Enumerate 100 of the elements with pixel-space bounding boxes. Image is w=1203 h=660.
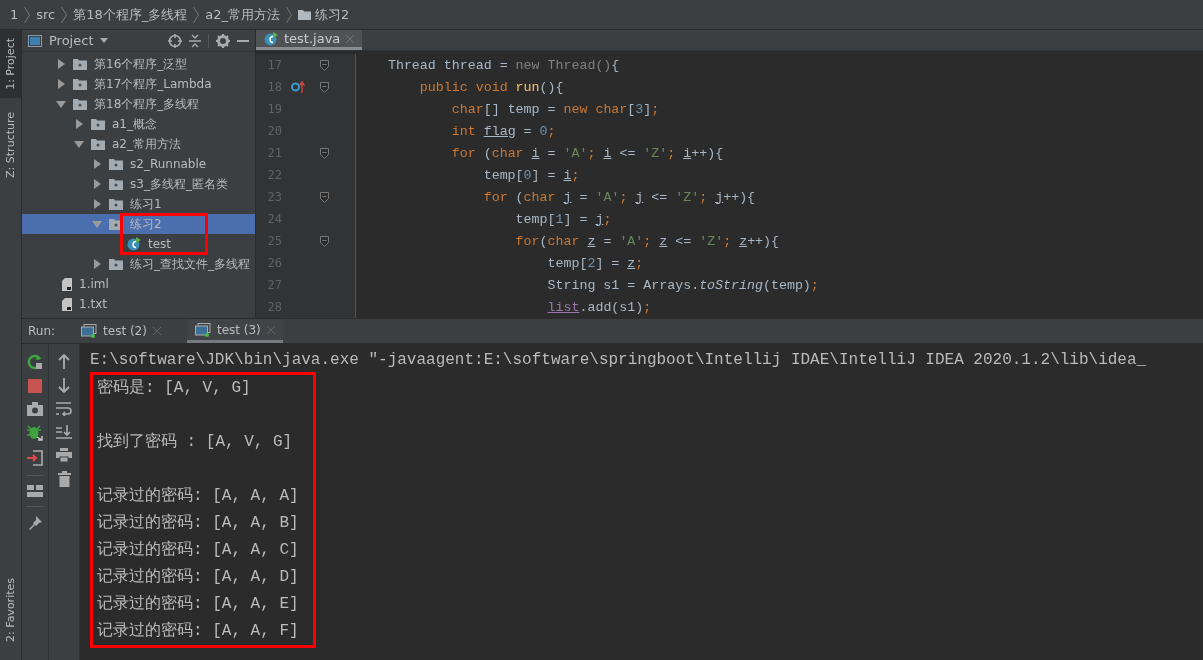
fold-icon[interactable] [319, 235, 329, 247]
code-line: char[] temp = new char[3]; [450, 101, 660, 117]
run-tab[interactable]: test (2) [73, 319, 169, 343]
tree-item[interactable]: 第18个程序_多线程 [22, 94, 255, 114]
package-icon [109, 178, 123, 190]
chevron-icon [193, 5, 200, 24]
file-icon [62, 277, 72, 291]
run-label: Run: [28, 324, 56, 338]
folder-icon [298, 9, 312, 20]
code-line: for(char z = 'A'; z <= 'Z'; z++){ [514, 233, 780, 249]
console-line: E:\software\JDK\bin\java.exe "-javaagent:E:\software\springboot\Intellij IDAE\IntelliJ IDEA 2020.1.2\lib\idea_ [90, 350, 1148, 371]
target-icon[interactable] [168, 33, 182, 48]
breadcrumb-item[interactable]: 第18个程序_多线程 [73, 5, 188, 24]
camera-icon[interactable] [27, 402, 43, 416]
package-icon [109, 158, 123, 170]
tool-window-tab[interactable]: 1: Project [0, 30, 21, 98]
breadcrumb-item[interactable]: src [36, 7, 56, 22]
print-icon[interactable] [56, 448, 72, 462]
trash-icon[interactable] [57, 471, 71, 487]
settings-icon[interactable] [216, 33, 230, 48]
chevron-icon [61, 5, 68, 24]
code-line: for (char i = 'A'; i <= 'Z'; i++){ [450, 145, 724, 161]
package-icon [109, 218, 123, 230]
package-icon [73, 98, 87, 110]
expand-arrow-icon[interactable] [92, 179, 102, 189]
soft-wrap-icon[interactable] [56, 402, 72, 416]
exit-icon[interactable] [27, 450, 43, 466]
package-icon [73, 78, 87, 90]
expand-arrow-icon[interactable] [56, 99, 66, 109]
code-line: for (char j = 'A'; j <= 'Z'; j++){ [482, 189, 756, 205]
chevron-icon [286, 5, 293, 24]
code-line: list.add(s1); [546, 299, 652, 315]
package-icon [109, 198, 123, 210]
console-icon [194, 322, 211, 337]
console-line: 密码是: [A, V, G] [97, 377, 252, 399]
scroll-to-end-icon[interactable] [56, 425, 72, 439]
expand-arrow-icon[interactable] [92, 199, 102, 209]
tree-item[interactable]: a2_常用方法 [22, 134, 255, 154]
override-icon[interactable] [291, 81, 305, 93]
code-line: temp[1] = j; [514, 211, 612, 227]
tree-item[interactable]: 1.iml [22, 274, 255, 294]
panel-title[interactable]: Project [49, 33, 94, 48]
class-icon [127, 237, 141, 251]
down-arrow-icon[interactable] [58, 378, 70, 393]
tree-item[interactable]: test [22, 234, 255, 254]
tree-item[interactable]: 练习_查找文件_多线程 [22, 254, 255, 274]
package-icon [91, 138, 105, 150]
console-icon [81, 324, 98, 338]
minimize-icon[interactable] [237, 39, 249, 42]
console-line: 找到了密码 : [A, V, G] [97, 431, 294, 453]
tool-window-tab[interactable]: 2: Favorites [0, 570, 21, 650]
code-line: String s1 = Arrays.toString(temp); [546, 277, 819, 293]
fold-icon[interactable] [319, 147, 329, 159]
expand-arrow-icon[interactable] [74, 119, 84, 129]
expand-arrow-icon[interactable] [74, 139, 84, 149]
tree-item[interactable]: 练习1 [22, 194, 255, 214]
breadcrumb-item[interactable]: 练习2 [315, 5, 350, 24]
console-line: 记录过的密码: [A, A, D] [97, 566, 299, 588]
chevron-icon [24, 5, 31, 24]
console-line: 记录过的密码: [A, A, E] [97, 593, 299, 615]
breadcrumb-item[interactable]: a2_常用方法 [205, 5, 281, 24]
expand-arrow-icon[interactable] [92, 259, 102, 269]
console-line: 记录过的密码: [A, A, F] [97, 620, 299, 642]
package-icon [73, 58, 87, 70]
caret-icon[interactable] [100, 38, 109, 43]
rerun-icon[interactable] [27, 354, 43, 370]
expand-arrow-icon[interactable] [92, 159, 102, 169]
expand-arrow-icon[interactable] [56, 59, 66, 69]
layout-icon[interactable] [27, 485, 43, 497]
code-line: public void run(){ [418, 79, 564, 95]
up-arrow-icon[interactable] [58, 354, 70, 369]
class-icon [264, 31, 278, 46]
run-tab[interactable]: test (3) [186, 319, 283, 343]
code-line: Thread thread = new Thread(){ [386, 57, 620, 73]
file-tab[interactable]: test.java [256, 30, 363, 50]
fold-icon[interactable] [319, 191, 329, 203]
package-icon [109, 258, 123, 270]
tree-item[interactable]: s2_Runnable [22, 154, 255, 174]
package-icon [91, 118, 105, 130]
tree-item[interactable]: a1_概念 [22, 114, 255, 134]
tree-item[interactable]: 第16个程序_泛型 [22, 54, 255, 74]
code-line: int flag = 0; [450, 123, 556, 139]
breadcrumb-item[interactable]: 1 [10, 7, 19, 22]
tree-item[interactable]: 1.txt [22, 294, 255, 314]
code-line: temp[2] = z; [546, 255, 644, 271]
tree-item[interactable]: 第17个程序_Lambda [22, 74, 255, 94]
console-line: 记录过的密码: [A, A, B] [97, 512, 299, 534]
pin-icon[interactable] [28, 516, 42, 530]
console-line: 记录过的密码: [A, A, C] [97, 539, 299, 561]
file-icon [62, 297, 72, 311]
fold-icon[interactable] [319, 81, 329, 93]
code-line: temp[0] = i; [482, 167, 580, 183]
panel-icon [28, 34, 42, 47]
bug-icon[interactable] [27, 425, 43, 441]
console-line: 记录过的密码: [A, A, A] [97, 485, 299, 507]
fold-icon[interactable] [319, 59, 329, 71]
tree-item[interactable]: s3_多线程_匿名类 [22, 174, 255, 194]
expand-arrow-icon[interactable] [56, 79, 66, 89]
collapse-icon[interactable] [189, 33, 201, 48]
tool-window-tab[interactable]: Z: Structure [0, 103, 21, 186]
